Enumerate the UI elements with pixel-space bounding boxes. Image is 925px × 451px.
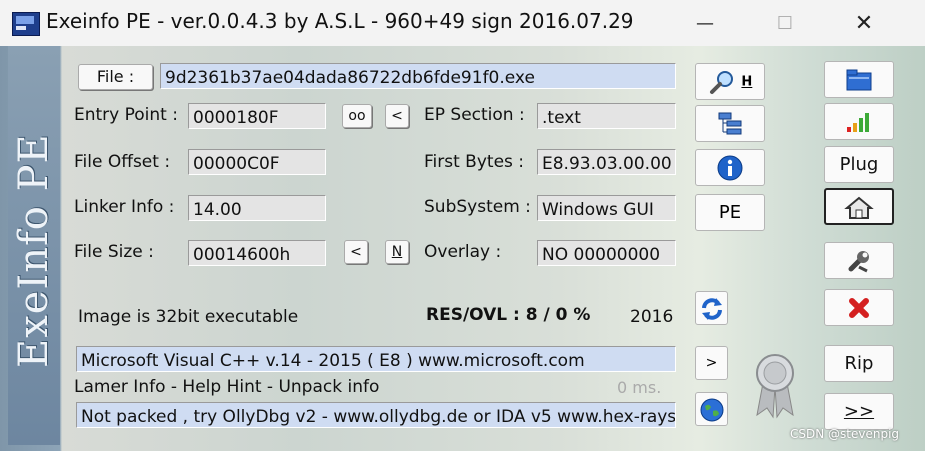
next-button[interactable]: >>	[824, 393, 894, 430]
oo-button[interactable]: oo	[342, 104, 372, 128]
title-bar: Exeinfo PE - ver.0.0.4.3 by A.S.L - 960+…	[0, 0, 925, 46]
lamer-info-text: Lamer Info - Help Hint - Unpack info	[74, 377, 380, 397]
ep-section-field[interactable]: .text	[537, 103, 676, 129]
linker-info-field[interactable]: 14.00	[188, 195, 326, 221]
pe-button[interactable]: PE	[695, 194, 765, 231]
info-icon	[717, 155, 743, 181]
plugins-button[interactable]: Plug	[824, 146, 894, 183]
ep-section-label: EP Section :	[424, 105, 525, 125]
red-x-icon	[849, 298, 869, 318]
image-type-text: Image is 32bit executable	[78, 307, 299, 327]
app-icon[interactable]	[12, 12, 40, 36]
bar-chart-icon	[847, 113, 869, 132]
subsystem-field[interactable]: Windows GUI	[537, 195, 676, 221]
window-title: Exeinfo PE - ver.0.0.4.3 by A.S.L - 960+…	[46, 9, 634, 33]
overlay-label: Overlay :	[424, 242, 502, 262]
info-button[interactable]	[695, 149, 765, 186]
h-label: H	[741, 74, 753, 90]
subsystem-label: SubSystem :	[424, 197, 531, 217]
file-size-label: File Size :	[74, 242, 154, 262]
size-prev-button[interactable]: <	[344, 240, 368, 264]
award-ribbon-icon	[745, 345, 805, 420]
minimize-button[interactable]: —	[685, 10, 725, 38]
sidebar-banner: ExeInfo PE	[8, 46, 60, 445]
exit-button[interactable]	[824, 289, 894, 326]
open-folder-button[interactable]	[824, 61, 894, 98]
sidebar-logo-text: ExeInfo PE	[11, 133, 57, 368]
expand-button[interactable]: >	[695, 346, 728, 380]
home-icon	[844, 196, 874, 219]
compiler-field[interactable]: Microsoft Visual C++ v.14 - 2015 ( E8 ) …	[76, 346, 676, 372]
tree-list-icon	[718, 112, 742, 135]
refresh-icon	[701, 297, 722, 320]
res-ovl-text: RES/OVL : 8 / 0 %	[426, 305, 591, 325]
n-button[interactable]: N	[385, 240, 409, 264]
wrench-icon	[848, 251, 869, 273]
stats-button[interactable]	[824, 103, 894, 140]
entry-point-label: Entry Point :	[74, 105, 178, 125]
year-text: 2016	[630, 307, 674, 327]
refresh-button[interactable]	[695, 291, 728, 325]
first-bytes-field[interactable]: E8.93.03.00.00	[537, 149, 676, 175]
time-text: 0 ms.	[617, 378, 662, 397]
file-size-field[interactable]: 00014600h	[188, 240, 326, 266]
entry-point-field[interactable]: 0000180F	[188, 103, 326, 129]
maximize-button[interactable]: ☐	[765, 10, 805, 38]
file-offset-label: File Offset :	[74, 152, 171, 172]
magnifier-icon	[709, 71, 733, 94]
home-button[interactable]	[824, 188, 894, 225]
sections-button[interactable]	[695, 105, 765, 142]
linker-info-label: Linker Info :	[74, 197, 175, 217]
file-offset-field[interactable]: 00000C0F	[188, 149, 326, 175]
file-button[interactable]: File :	[78, 64, 153, 90]
watermark-text: CSDN @stevenpig	[790, 427, 900, 441]
search-button[interactable]: H	[695, 63, 765, 100]
close-window-button[interactable]: ✕	[844, 10, 884, 38]
folder-icon	[846, 69, 872, 91]
globe-icon	[700, 398, 723, 421]
overlay-field[interactable]: NO 00000000	[537, 240, 676, 266]
tools-button[interactable]	[824, 242, 894, 279]
ep-prev-button[interactable]: <	[385, 104, 409, 128]
first-bytes-label: First Bytes :	[424, 152, 525, 172]
rip-button[interactable]: Rip	[824, 345, 894, 382]
hint-field[interactable]: Not packed , try OllyDbg v2 - www.ollydb…	[76, 402, 676, 428]
file-name-field[interactable]: 9d2361b37ae04dada86722db6fde91f0.exe	[160, 63, 676, 89]
web-button[interactable]	[695, 392, 728, 426]
